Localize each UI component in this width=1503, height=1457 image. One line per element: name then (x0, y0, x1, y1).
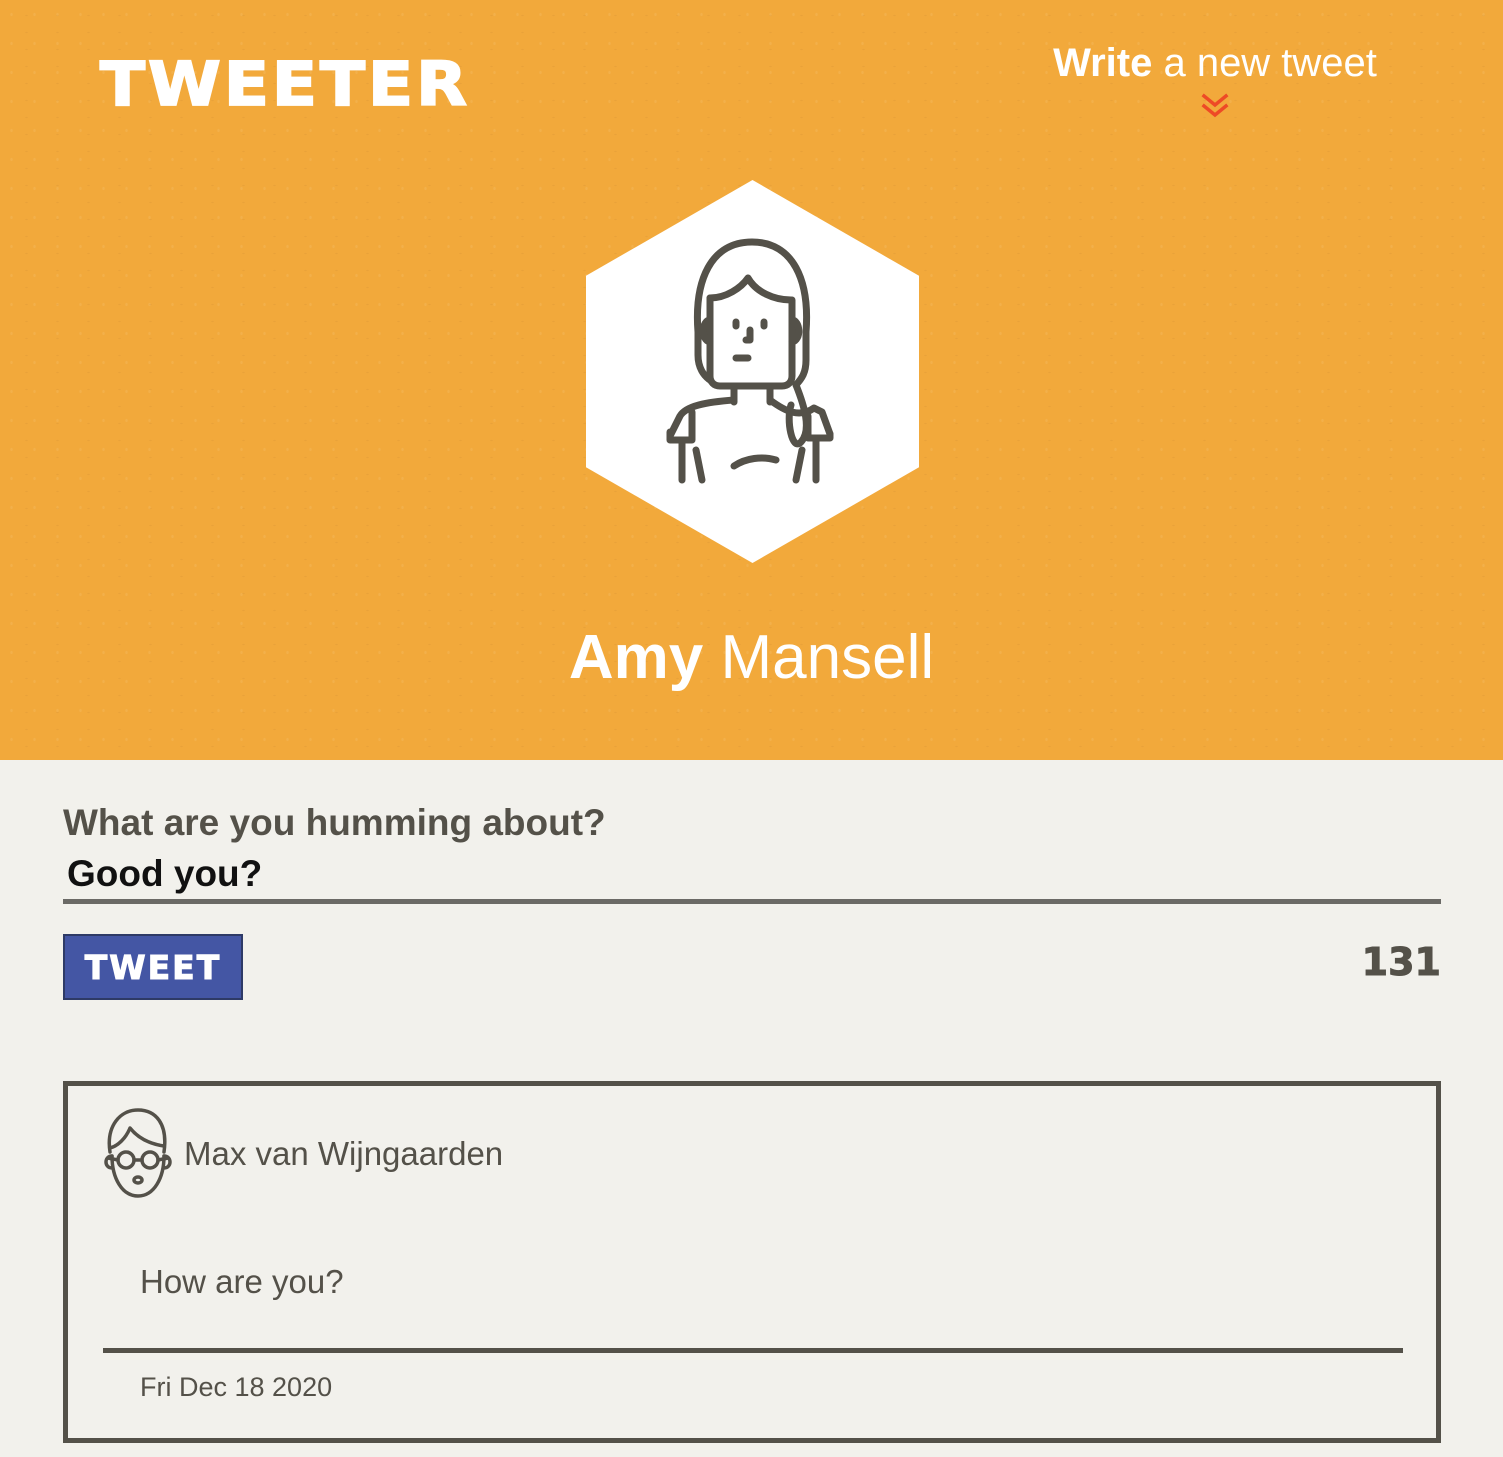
man-with-glasses-avatar-icon (104, 1108, 172, 1198)
write-new-tweet-label-rest: a new tweet (1152, 41, 1377, 85)
profile-header: TWEETER Write a new tweet Amy Mansell (0, 0, 1503, 760)
write-new-tweet-label[interactable]: Write a new tweet (1040, 38, 1390, 88)
double-chevron-down-icon[interactable] (1201, 92, 1229, 120)
tweet-author-name[interactable]: Max van Wijngaarden (184, 1134, 503, 1174)
tweet-divider (103, 1348, 1403, 1353)
profile-first-name: Amy (568, 623, 704, 692)
write-new-tweet-label-strong: Write (1053, 41, 1153, 85)
compose-actions: TWEET 131 (63, 934, 1442, 1014)
tweet-text: How are you? (140, 1263, 344, 1300)
write-new-tweet-toggle[interactable]: Write a new tweet (1040, 38, 1390, 120)
tweet-submit-button[interactable]: TWEET (63, 934, 243, 1000)
compose-tweet-form: What are you humming about? TWEET 131 (63, 800, 1442, 1014)
tweet-text-input[interactable] (63, 846, 1441, 904)
profile-last-name: Mansell (703, 623, 935, 692)
profile-avatar (586, 180, 919, 563)
character-counter: 131 (1361, 940, 1441, 985)
tweet-card: Max van Wijngaarden How are you? Fri Dec… (63, 1081, 1441, 1443)
compose-label: What are you humming about? (63, 802, 606, 843)
profile-name: Amy Mansell (0, 620, 1503, 696)
tweet-date: Fri Dec 18 2020 (140, 1372, 333, 1402)
tweet-header: Max van Wijngaarden (92, 1104, 503, 1204)
app-logo[interactable]: TWEETER (99, 48, 470, 122)
woman-avatar-icon (586, 180, 919, 563)
